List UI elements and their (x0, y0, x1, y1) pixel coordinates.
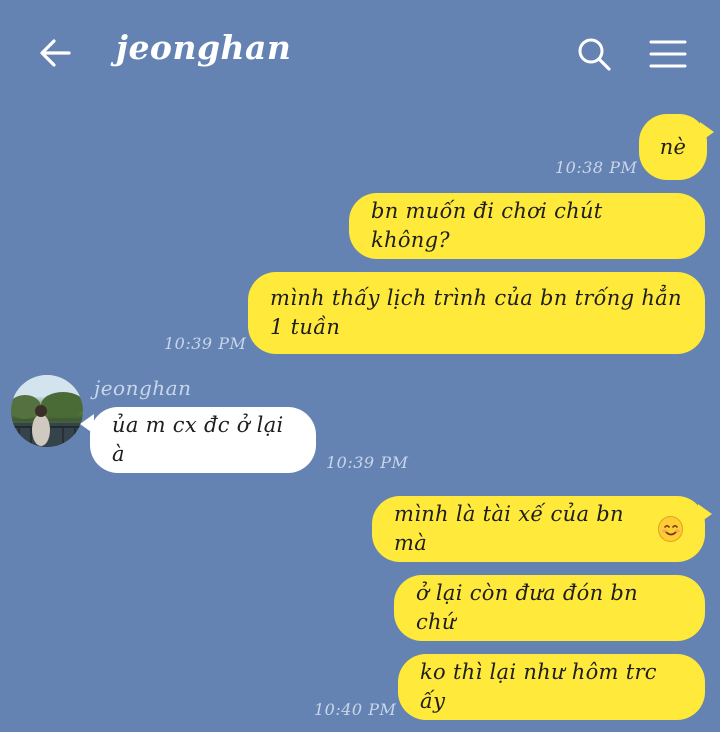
smiling-face-icon (657, 516, 683, 542)
message-timestamp: 10:40 PM (314, 700, 397, 719)
chat-title: jeonghan (116, 28, 292, 67)
chat-header: jeonghan (0, 0, 720, 104)
chat-screen: jeonghan nè 10:38 PM bn muốn đi chơi chú… (0, 0, 720, 732)
arrow-left-icon (40, 39, 71, 67)
menu-button[interactable] (646, 34, 690, 74)
message-timestamp: 10:38 PM (555, 158, 638, 177)
hamburger-menu-icon (649, 40, 687, 68)
message-bubble-outgoing[interactable]: nè (639, 114, 707, 180)
avatar-photo-icon (11, 375, 83, 447)
contact-avatar[interactable] (11, 375, 83, 447)
message-text: ko thì lại như hôm trc ấy (420, 660, 657, 713)
message-text: ủa m cx đc ở lại à (112, 413, 284, 466)
message-text-line: 1 tuần (270, 315, 341, 339)
bubble-tail (698, 504, 712, 524)
message-text: mình là tài xế của bn mà (394, 502, 624, 555)
message-bubble-incoming[interactable]: ủa m cx đc ở lại à (90, 407, 316, 473)
message-text: nè (659, 134, 687, 159)
message-bubble-outgoing[interactable]: bn muốn đi chơi chút không? (349, 193, 705, 259)
message-bubble-outgoing[interactable]: mình thấy lịch trình của bn trống hẳn 1 … (248, 272, 705, 354)
search-button[interactable] (572, 32, 616, 76)
message-bubble-outgoing[interactable]: ở lại còn đưa đón bn chứ (394, 575, 705, 641)
message-bubble-outgoing[interactable]: ko thì lại như hôm trc ấy (398, 654, 705, 720)
message-text: ở lại còn đưa đón bn chứ (416, 581, 638, 634)
back-button[interactable] (34, 32, 76, 74)
search-icon (578, 38, 611, 71)
message-text-line: mình thấy lịch trình của bn trống hẳn (270, 286, 682, 310)
message-timestamp: 10:39 PM (164, 334, 247, 353)
message-timestamp: 10:39 PM (326, 453, 409, 472)
bubble-tail (700, 122, 714, 142)
message-text: bn muốn đi chơi chút không? (371, 199, 603, 252)
sender-name: jeonghan (94, 376, 192, 400)
message-bubble-outgoing[interactable]: mình là tài xế của bn mà (372, 496, 705, 562)
